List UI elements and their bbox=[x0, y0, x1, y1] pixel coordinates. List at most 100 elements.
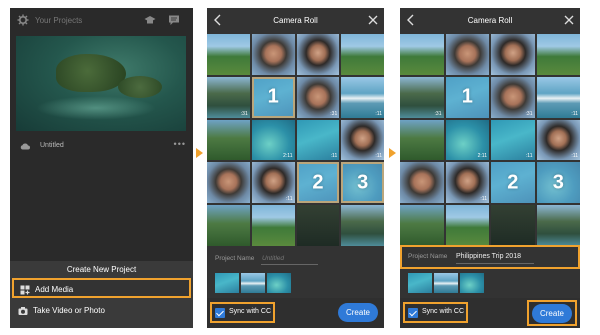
add-media-label: Add Media bbox=[35, 285, 74, 294]
checkbox-checked-icon[interactable] bbox=[215, 307, 225, 318]
duration-label: :11 bbox=[525, 153, 533, 160]
camera-icon bbox=[18, 307, 28, 315]
project-name-label: Project Name bbox=[408, 253, 448, 260]
media-thumbnail[interactable] bbox=[491, 34, 535, 75]
project-name-input[interactable]: Philippines Trip 2018 bbox=[456, 253, 521, 260]
media-thumbnail[interactable] bbox=[536, 34, 580, 75]
media-thumbnail[interactable] bbox=[251, 34, 295, 75]
page-title: Camera Roll bbox=[467, 16, 513, 25]
media-thumbnail[interactable] bbox=[400, 205, 444, 246]
media-thumbnail[interactable]: :11 bbox=[341, 76, 384, 118]
media-thumbnail[interactable] bbox=[491, 205, 535, 246]
media-thumbnail[interactable]: :11 bbox=[536, 119, 580, 161]
media-thumbnail[interactable]: 2:11 bbox=[251, 119, 295, 161]
media-thumbnail-selected[interactable]: 2 bbox=[491, 162, 535, 204]
media-thumbnail[interactable] bbox=[207, 205, 250, 246]
camera-roll-screen-named: Camera Roll :31 1 :31 :11 2:11 :11 :11 :… bbox=[400, 8, 580, 328]
media-thumbnail-selected[interactable]: 3 bbox=[536, 162, 580, 204]
add-media-button[interactable]: Add Media bbox=[12, 278, 191, 298]
media-thumbnail[interactable]: :11 bbox=[491, 119, 535, 161]
sync-label: Sync with CC bbox=[422, 308, 465, 315]
create-button[interactable]: Create bbox=[532, 304, 572, 323]
media-thumbnail[interactable]: :31 bbox=[296, 76, 340, 118]
media-thumbnail[interactable] bbox=[400, 34, 444, 75]
project-thumbnail[interactable] bbox=[16, 36, 186, 131]
media-thumbnail[interactable] bbox=[251, 205, 295, 246]
media-thumbnail-selected[interactable]: 1 bbox=[251, 76, 295, 118]
selected-thumbnail[interactable] bbox=[241, 273, 265, 293]
media-thumbnail[interactable]: :31 bbox=[400, 76, 444, 118]
media-thumbnail[interactable] bbox=[207, 34, 250, 75]
input-underline bbox=[261, 264, 318, 265]
media-thumbnail[interactable] bbox=[400, 119, 444, 161]
projects-header: Your Projects bbox=[10, 8, 193, 34]
media-thumbnail[interactable] bbox=[207, 119, 250, 161]
project-name-field[interactable]: Project Name Philippines Trip 2018 bbox=[400, 245, 580, 269]
media-thumbnail[interactable]: :31 bbox=[207, 76, 250, 118]
selection-number: 1 bbox=[461, 85, 473, 108]
page-title: Your Projects bbox=[35, 16, 83, 25]
media-thumbnail[interactable]: 2:11 bbox=[445, 119, 489, 161]
project-name: Untitled bbox=[40, 142, 64, 149]
projects-screen: Your Projects Untitled ••• Create New Pr… bbox=[10, 8, 193, 328]
project-name-field[interactable]: Project Name Untitled bbox=[207, 248, 384, 270]
sheet-title: Create New Project bbox=[66, 265, 137, 274]
bottom-bar: Sync with CC Create bbox=[400, 298, 580, 328]
cloud-icon bbox=[20, 143, 30, 150]
selected-thumbnail[interactable] bbox=[267, 273, 291, 293]
media-thumbnail[interactable] bbox=[341, 34, 384, 75]
take-video-button[interactable]: Take Video or Photo bbox=[12, 301, 191, 321]
bottom-bar: Sync with CC Create bbox=[207, 298, 384, 328]
selected-media-strip bbox=[408, 273, 484, 293]
sync-cc-checkbox[interactable]: Sync with CC bbox=[210, 302, 275, 323]
media-thumbnail-selected[interactable]: 3 bbox=[341, 162, 384, 204]
media-thumbnail[interactable]: :11 bbox=[251, 162, 295, 204]
more-options-icon[interactable]: ••• bbox=[174, 139, 186, 149]
media-thumbnail[interactable] bbox=[445, 205, 489, 246]
duration-label: :11 bbox=[480, 196, 487, 203]
media-thumbnail[interactable] bbox=[296, 34, 340, 75]
gear-icon[interactable] bbox=[17, 14, 29, 26]
media-thumbnail[interactable]: :11 bbox=[296, 119, 340, 161]
duration-label: :31 bbox=[434, 110, 442, 117]
close-icon[interactable] bbox=[564, 15, 574, 25]
selected-thumbnail[interactable] bbox=[460, 273, 484, 293]
duration-label: :11 bbox=[285, 196, 293, 203]
learn-icon[interactable] bbox=[144, 14, 156, 26]
media-thumbnail[interactable]: :11 bbox=[445, 162, 489, 204]
camera-roll-header: Camera Roll bbox=[207, 8, 384, 34]
media-grid: :31 1 :31 :11 2:11 :11 :11 :11 2 3 bbox=[400, 34, 580, 246]
media-thumbnail-selected[interactable]: 2 bbox=[296, 162, 340, 204]
sync-label: Sync with CC bbox=[229, 308, 272, 315]
duration-label: :31 bbox=[240, 110, 248, 117]
media-thumbnail[interactable] bbox=[341, 205, 384, 246]
media-thumbnail[interactable] bbox=[445, 34, 489, 75]
flow-arrow-icon bbox=[389, 148, 396, 158]
create-button[interactable]: Create bbox=[338, 303, 378, 322]
media-thumbnail[interactable] bbox=[207, 162, 250, 204]
media-thumbnail[interactable]: :11 bbox=[341, 119, 384, 161]
create-project-sheet: Create New Project Add Media Take Video … bbox=[10, 261, 193, 328]
media-thumbnail-selected[interactable]: 1 bbox=[445, 76, 489, 118]
selected-thumbnail[interactable] bbox=[215, 273, 239, 293]
media-thumbnail[interactable]: :31 bbox=[491, 76, 535, 118]
selected-thumbnail[interactable] bbox=[408, 273, 432, 293]
selected-thumbnail[interactable] bbox=[434, 273, 458, 293]
sync-cc-checkbox[interactable]: Sync with CC bbox=[403, 302, 468, 323]
duration-label: 2:11 bbox=[477, 153, 487, 160]
project-name-input[interactable]: Untitled bbox=[262, 255, 284, 262]
checkbox-checked-icon[interactable] bbox=[408, 307, 418, 318]
flow-arrow-icon bbox=[196, 148, 203, 158]
selection-number: 2 bbox=[312, 171, 324, 194]
media-thumbnail[interactable]: :11 bbox=[536, 76, 580, 118]
selection-number: 2 bbox=[507, 171, 519, 194]
media-thumbnail[interactable] bbox=[296, 205, 340, 246]
chat-icon[interactable] bbox=[168, 14, 180, 26]
media-thumbnail[interactable] bbox=[400, 162, 444, 204]
add-media-icon bbox=[20, 285, 30, 295]
media-thumbnail[interactable] bbox=[536, 205, 580, 246]
close-icon[interactable] bbox=[368, 15, 378, 25]
project-row[interactable]: Untitled ••• bbox=[18, 139, 188, 154]
island-shape bbox=[118, 76, 162, 98]
selected-media-strip bbox=[215, 273, 291, 293]
